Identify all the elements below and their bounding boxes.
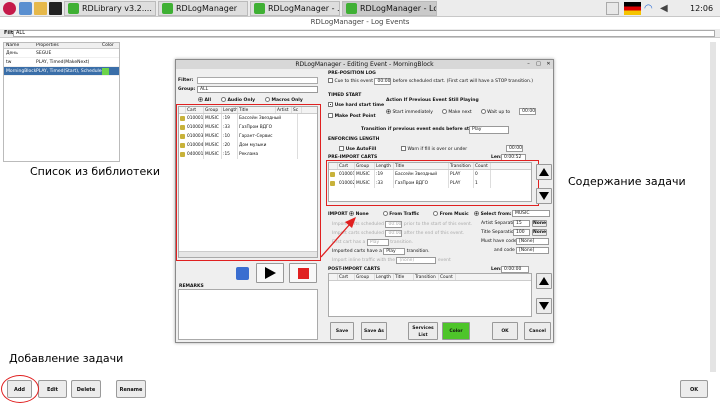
arrow-head bbox=[345, 217, 356, 228]
screen: RDLibrary v3.2.... RDLogManager RDLogMan… bbox=[0, 0, 720, 405]
arrow-line bbox=[320, 223, 351, 258]
annotation-arrow bbox=[320, 217, 356, 258]
